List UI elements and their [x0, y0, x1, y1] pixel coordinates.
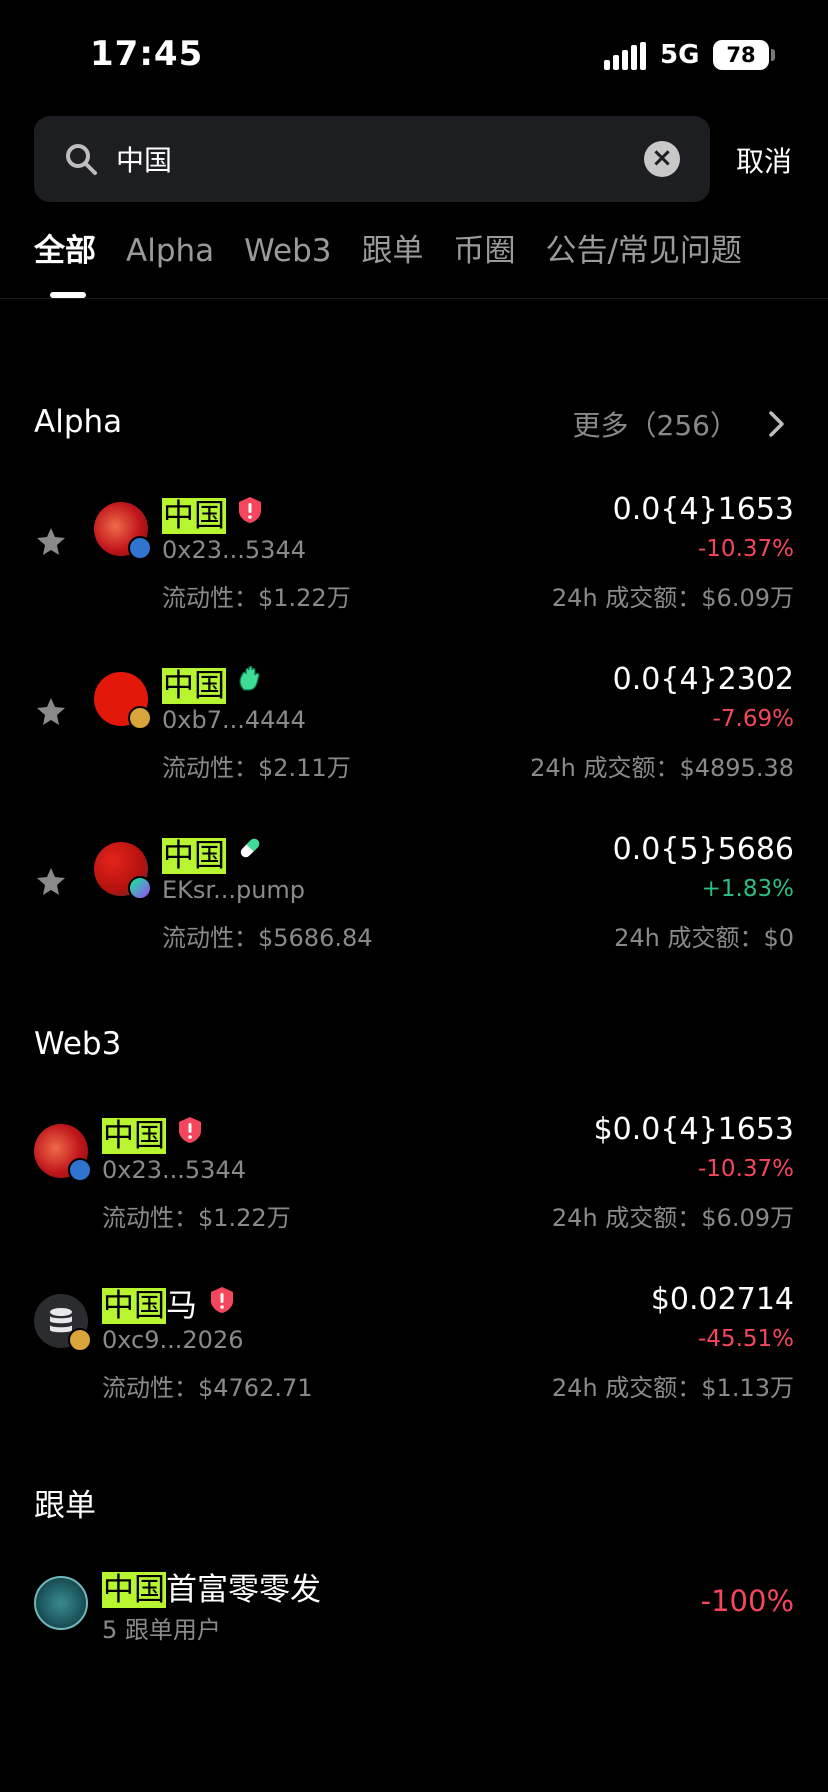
tabs-fade — [740, 220, 828, 280]
token-avatar — [94, 502, 152, 560]
token-avatar — [94, 672, 152, 730]
battery-tip — [771, 49, 775, 61]
token-price: $0.02714 — [650, 1282, 794, 1317]
tab-all[interactable]: 全部 — [34, 225, 96, 270]
search-bar[interactable]: × — [34, 116, 710, 202]
token-price: $0.0{4}1653 — [593, 1112, 794, 1147]
alpha-token-row[interactable]: 中国 0x23...5344 流动性：$1.22万 0.0{4}1653 -10… — [0, 480, 828, 630]
section-title-web3: Web3 — [34, 1026, 122, 1062]
token-price: 0.0{4}2302 — [612, 662, 794, 697]
token-address: EKsr...pump — [162, 876, 306, 904]
token-volume: 24h 成交额：$6.09万 — [551, 584, 794, 612]
token-address: 0xc9...2026 — [102, 1326, 244, 1354]
status-bar: 17:45 5G 78 — [0, 0, 828, 100]
search-input[interactable] — [116, 136, 636, 182]
warning-icon — [239, 497, 261, 523]
status-time: 17:45 — [90, 34, 204, 74]
token-change: -10.37% — [698, 1156, 794, 1182]
tab-alpha[interactable]: Alpha — [126, 233, 214, 269]
token-name: 中国 — [102, 1118, 166, 1154]
token-address: 0x23...5344 — [162, 536, 306, 564]
battery-icon: 78 — [713, 40, 769, 70]
cancel-button[interactable]: 取消 — [736, 140, 792, 180]
tab-announcements[interactable]: 公告/常见问题 — [545, 225, 741, 270]
token-volume: 24h 成交额：$6.09万 — [551, 1204, 794, 1232]
token-liquidity: 流动性：$1.22万 — [162, 584, 351, 612]
star-icon[interactable] — [36, 696, 66, 726]
token-volume: 24h 成交额：$1.13万 — [551, 1374, 794, 1402]
web3-token-row[interactable]: 中国马 0xc9...2026 流动性：$4762.71 $0.02714 -4… — [0, 1270, 828, 1420]
tab-crypto-circle[interactable]: 币圈 — [453, 225, 515, 270]
signal-icon — [604, 42, 646, 70]
warning-icon — [211, 1287, 233, 1313]
tabs-divider — [0, 298, 828, 299]
pill-icon — [240, 838, 260, 858]
chain-badge-icon — [128, 876, 152, 900]
token-name: 中国 — [162, 838, 226, 874]
warning-icon — [179, 1117, 201, 1143]
alpha-token-row[interactable]: 中国 0xb7...4444 流动性：$2.11万 0.0{4}2302 -7.… — [0, 650, 828, 800]
section-title-alpha: Alpha — [34, 404, 123, 440]
alpha-token-row[interactable]: 中国 EKsr...pump 流动性：$5686.84 0.0{5}5686 +… — [0, 820, 828, 970]
token-price: 0.0{5}5686 — [612, 832, 794, 867]
token-name: 中国 — [162, 498, 226, 534]
token-liquidity: 流动性：$5686.84 — [162, 924, 373, 952]
chevron-right-icon[interactable] — [766, 410, 788, 438]
token-avatar — [34, 1124, 92, 1182]
network-label: 5G — [660, 40, 700, 70]
web3-token-row[interactable]: 中国 0x23...5344 流动性：$1.22万 $0.0{4}1653 -1… — [0, 1100, 828, 1250]
token-avatar — [94, 842, 152, 900]
chain-badge-icon — [128, 536, 152, 560]
category-tabs: 全部 Alpha Web3 跟单 币圈 公告/常见问题 — [34, 225, 828, 295]
trader-name: 中国首富零零发 — [102, 1572, 321, 1608]
search-icon — [66, 144, 97, 175]
more-link[interactable]: 更多（256） — [573, 404, 738, 444]
token-price: 0.0{4}1653 — [612, 492, 794, 527]
trader-pnl: -100% — [700, 1584, 794, 1618]
token-change: -10.37% — [698, 536, 794, 562]
section-title-copy-trading: 跟单 — [34, 1488, 96, 1524]
token-name: 中国 — [162, 668, 226, 704]
tab-web3[interactable]: Web3 — [244, 233, 331, 269]
token-liquidity: 流动性：$1.22万 — [102, 1204, 291, 1232]
hand-icon — [239, 665, 260, 691]
token-address: 0x23...5344 — [102, 1156, 246, 1184]
token-avatar — [34, 1294, 92, 1352]
token-liquidity: 流动性：$4762.71 — [102, 1374, 313, 1402]
token-liquidity: 流动性：$2.11万 — [162, 754, 351, 782]
star-icon[interactable] — [36, 866, 66, 896]
clear-search-button[interactable]: × — [644, 141, 680, 177]
trader-avatar — [34, 1576, 88, 1630]
token-change: +1.83% — [701, 876, 794, 902]
token-name: 中国马 — [102, 1288, 197, 1324]
chain-badge-icon — [128, 706, 152, 730]
copy-trader-row[interactable]: 中国首富零零发 5 跟单用户 -100% — [0, 1554, 828, 1664]
token-address: 0xb7...4444 — [162, 706, 306, 734]
token-volume: 24h 成交额：$0 — [614, 924, 794, 952]
star-icon[interactable] — [36, 526, 66, 556]
tab-copy-trading[interactable]: 跟单 — [361, 225, 423, 270]
token-volume: 24h 成交额：$4895.38 — [530, 754, 794, 782]
trader-followers: 5 跟单用户 — [102, 1616, 221, 1644]
chain-badge-icon — [68, 1328, 92, 1352]
token-change: -7.69% — [712, 706, 794, 732]
chain-badge-icon — [68, 1158, 92, 1182]
token-change: -45.51% — [698, 1326, 794, 1352]
